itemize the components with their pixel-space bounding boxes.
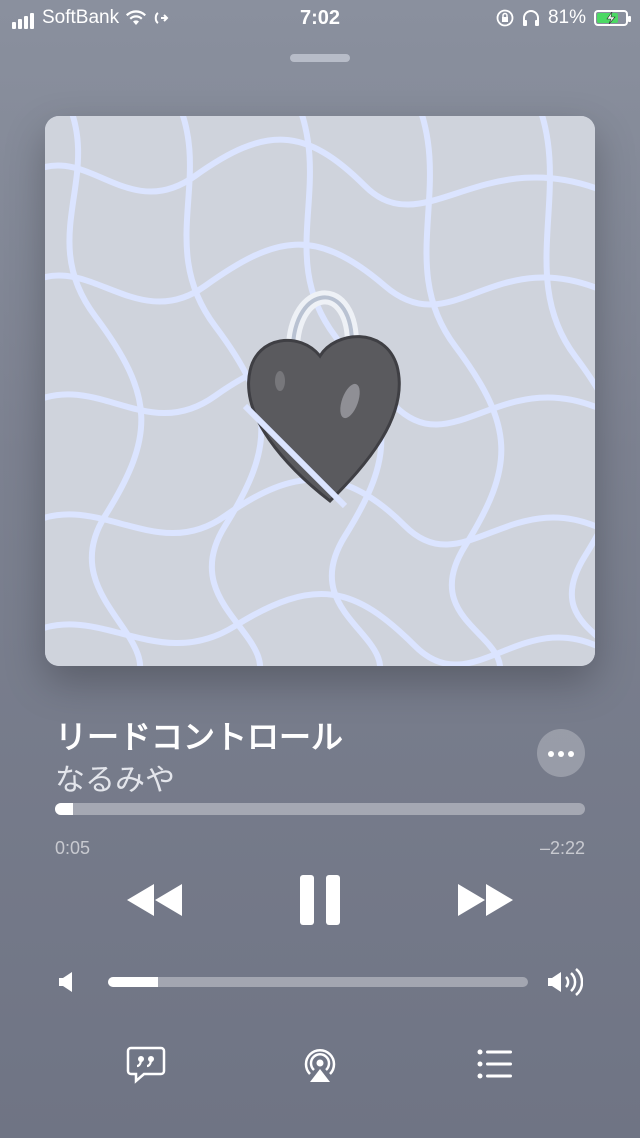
playback-progress-fill bbox=[55, 803, 74, 815]
album-artwork bbox=[45, 116, 595, 666]
pause-icon bbox=[300, 875, 340, 925]
fast-forward-icon bbox=[458, 884, 513, 916]
status-right-group: 81% bbox=[496, 7, 631, 29]
rewind-icon bbox=[127, 884, 182, 916]
more-button[interactable] bbox=[537, 729, 585, 777]
airplay-icon bbox=[304, 1048, 336, 1082]
more-icon bbox=[546, 744, 576, 762]
elapsed-time: 0:05 bbox=[55, 838, 91, 858]
track-title: リードコントロール bbox=[55, 719, 344, 755]
playback-scrubber[interactable] bbox=[55, 803, 585, 815]
status-bar: SoftBank 7:02 81% bbox=[0, 0, 640, 36]
volume-slider[interactable] bbox=[108, 977, 528, 987]
volume-level-fill bbox=[108, 977, 159, 987]
airplay-button[interactable] bbox=[298, 1042, 342, 1086]
battery-percent: 81% bbox=[547, 7, 586, 28]
battery-charging-icon bbox=[594, 10, 631, 26]
orientation-lock-icon bbox=[496, 9, 514, 27]
queue-icon bbox=[477, 1049, 512, 1079]
fast-forward-button[interactable] bbox=[454, 878, 518, 922]
sheet-grabber[interactable] bbox=[290, 54, 350, 62]
track-artist[interactable]: なるみや bbox=[55, 755, 175, 799]
headphones-icon bbox=[522, 10, 539, 26]
queue-button[interactable] bbox=[472, 1042, 516, 1086]
lyrics-icon bbox=[126, 1046, 166, 1084]
rewind-button[interactable] bbox=[122, 878, 186, 922]
volume-high-icon bbox=[548, 968, 583, 996]
pause-button[interactable] bbox=[294, 872, 346, 928]
remaining-time: –2:22 bbox=[539, 838, 585, 858]
volume-low-icon bbox=[59, 972, 72, 992]
lyrics-button[interactable] bbox=[124, 1042, 168, 1086]
